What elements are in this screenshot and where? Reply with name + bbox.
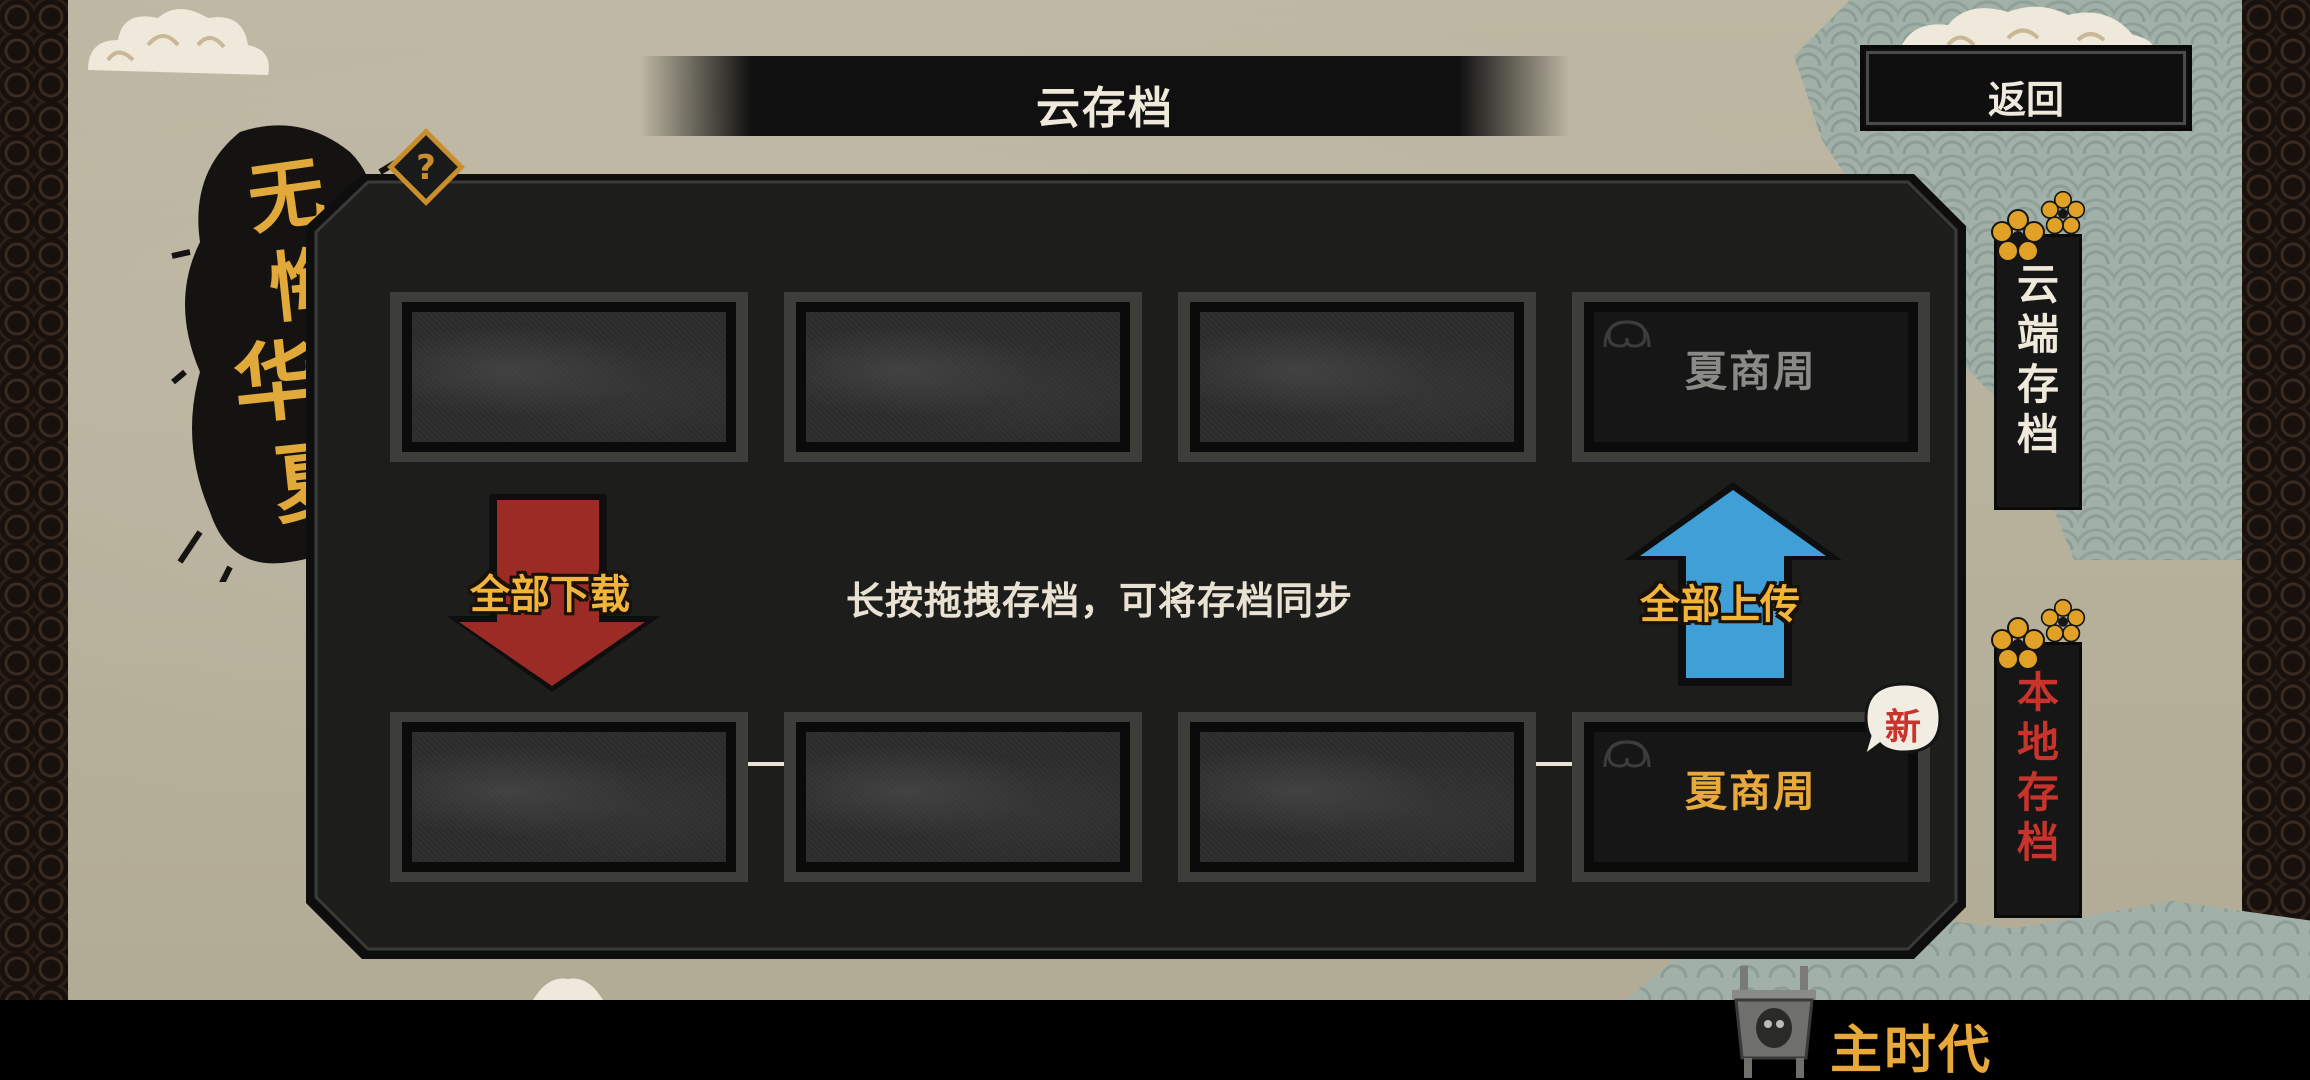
empty-slot-texture [412, 312, 726, 442]
empty-slot-texture [1200, 732, 1514, 862]
tab-local-saves[interactable]: 本地存档 [1991, 598, 2086, 918]
cloud-save-slot-4[interactable]: 夏商周 [1572, 292, 1930, 462]
current-era-label: 主时代 [1830, 1021, 1993, 1080]
cloud-save-screen: 无 悔 华 夏 ✲ 云存档 返回 夏商周 [0, 0, 2310, 1080]
empty-slot-texture [806, 732, 1120, 862]
cloud-icon [88, 9, 269, 75]
new-badge: 新 [1861, 680, 1944, 760]
tab-local-saves-label: 本地存档 [2016, 668, 2059, 867]
cloud-save-slot-3[interactable] [1178, 292, 1536, 462]
left-border [0, 0, 68, 1080]
empty-slot-texture [412, 732, 726, 862]
cloud-save-slot-1[interactable] [390, 292, 748, 462]
empty-slot-texture [1200, 312, 1514, 442]
local-save-slot-1[interactable] [390, 712, 748, 882]
help-icon[interactable]: ? [387, 128, 465, 206]
empty-slot-texture [806, 312, 1120, 442]
upload-all-button[interactable]: 全部上传 [1640, 572, 1800, 630]
bronze-ding-icon [1732, 966, 1816, 1078]
sync-hint: 长按拖拽存档，可将存档同步 [846, 579, 1354, 623]
flower-icon [2040, 598, 2086, 643]
flower-icon [1991, 617, 2045, 670]
local-save-slot-2[interactable] [784, 712, 1142, 882]
cloud-icon [533, 978, 603, 1000]
flower-icon [1991, 209, 2045, 262]
download-all-button[interactable]: 全部下载 [470, 562, 630, 620]
cloud-save-slot-2[interactable] [784, 292, 1142, 462]
title-bar: 云存档 [640, 56, 1570, 136]
save-era-label: 夏商周 [1684, 767, 1817, 816]
local-save-slot-3[interactable] [1178, 712, 1536, 882]
save-era-label: 夏商周 [1684, 347, 1817, 396]
flower-icon [2040, 190, 2086, 235]
new-badge-label: 新 [1884, 707, 1921, 748]
back-button[interactable]: 返回 [1860, 45, 2192, 131]
page-title: 云存档 [1036, 83, 1174, 134]
tab-cloud-saves[interactable]: 云端存档 [1991, 190, 2086, 510]
back-button-label: 返回 [1987, 78, 2064, 122]
svg-text:?: ? [416, 148, 436, 188]
tab-cloud-saves-label: 云端存档 [2016, 260, 2059, 459]
